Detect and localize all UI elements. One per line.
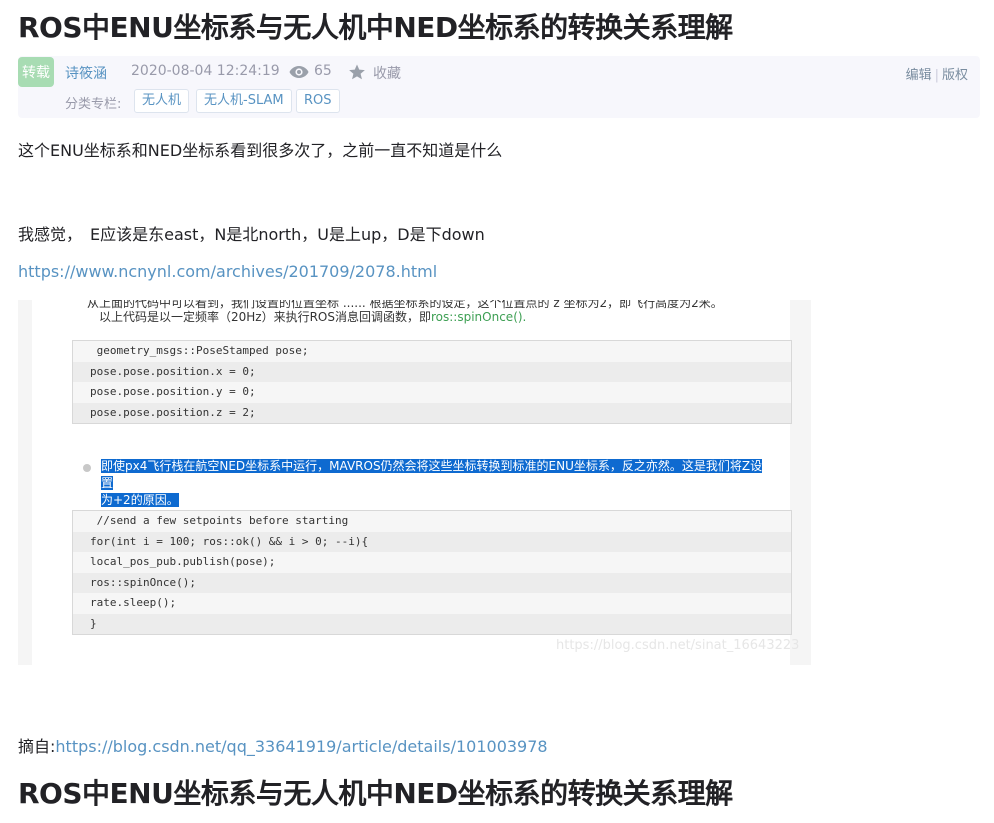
- code-block: geometry_msgs::PoseStamped pose; pose.po…: [72, 340, 792, 424]
- view-count: 65: [314, 63, 332, 79]
- code-block: //send a few setpoints before starting f…: [72, 510, 792, 635]
- excerpt-line: 摘自:https://blog.csdn.net/qq_33641919/art…: [18, 733, 548, 757]
- code-line: for(int i = 100; ros::ok() && i > 0; --i…: [73, 531, 791, 552]
- copyright-link[interactable]: 版权: [942, 68, 968, 83]
- embedded-screenshot: 从上面的代码中可以看到，我们设置的位置坐标 ...... 根据坐标系的设定，这个…: [18, 300, 811, 665]
- author-link[interactable]: 诗筱涵: [65, 63, 107, 83]
- body-paragraph: 这个ENU坐标系和NED坐标系看到很多次了，之前一直不知道是什么: [18, 141, 503, 160]
- screenshot-text: 以上代码是以一定频率（20Hz）来执行ROS消息回调函数，即: [99, 310, 431, 324]
- repost-badge: 转载: [18, 57, 54, 87]
- code-line: pose.pose.position.z = 2;: [73, 402, 791, 423]
- screenshot-text-line: 以上代码是以一定频率（20Hz）来执行ROS消息回调函数，即ros::spinO…: [99, 308, 526, 325]
- category-label: 分类专栏:: [65, 97, 122, 112]
- screenshot-page: 从上面的代码中可以看到，我们设置的位置坐标 ...... 根据坐标系的设定，这个…: [32, 300, 799, 665]
- highlighted-text: 即使px4飞行栈在航空NED坐标系中运行，MAVROS仍然会将这些坐标转换到标准…: [101, 458, 773, 509]
- tag-link[interactable]: 无人机: [134, 89, 190, 113]
- list-bullet: [83, 464, 91, 472]
- excerpt-label: 摘自:: [18, 737, 56, 756]
- star-icon[interactable]: [348, 63, 366, 85]
- article-actions: 编辑 | 版权: [906, 64, 968, 83]
- eye-icon: [289, 64, 309, 83]
- watermark: https://blog.csdn.net/sinat_16643223: [556, 638, 800, 653]
- reference-link[interactable]: https://www.ncnynl.com/archives/201709/2…: [18, 262, 437, 281]
- code-line: local_pos_pub.publish(pose);: [90, 555, 276, 568]
- body-paragraph: 我感觉， E应该是东east，N是北north，U是上up，D是下down: [18, 225, 485, 244]
- code-line: pose.pose.position.x = 0;: [73, 361, 791, 382]
- publish-datetime: 2020-08-04 12:24:19: [131, 63, 280, 79]
- code-line: rate.sleep();: [90, 596, 177, 609]
- article-meta-bar: 转载 诗筱涵 2020-08-04 12:24:19 65 收藏 编辑 | 版权 分…: [18, 56, 980, 118]
- inline-code: ros::spinOnce().: [431, 310, 527, 324]
- code-line: }: [73, 613, 791, 634]
- highlighted-line: 即使px4飞行栈在航空NED坐标系中运行，MAVROS仍然会将这些坐标转换到标准…: [101, 459, 763, 490]
- code-line: geometry_msgs::PoseStamped pose;: [90, 344, 309, 357]
- code-line: pose.pose.position.y = 0;: [90, 385, 256, 398]
- tag-link[interactable]: 无人机-SLAM: [196, 89, 292, 113]
- excerpt-link[interactable]: https://blog.csdn.net/qq_33641919/articl…: [55, 737, 547, 756]
- collect-button[interactable]: 收藏: [373, 63, 401, 83]
- action-divider: |: [934, 68, 939, 83]
- code-line: ros::spinOnce();: [73, 572, 791, 593]
- code-line: //send a few setpoints before starting: [90, 514, 349, 527]
- article-title: ROS中ENU坐标系与无人机中NED坐标系的转换关系理解: [18, 11, 733, 44]
- highlighted-line: 为+2的原因。: [101, 493, 179, 507]
- tag-link[interactable]: ROS: [296, 89, 340, 113]
- edit-link[interactable]: 编辑: [906, 68, 932, 83]
- article-title: ROS中ENU坐标系与无人机中NED坐标系的转换关系理解: [18, 777, 733, 810]
